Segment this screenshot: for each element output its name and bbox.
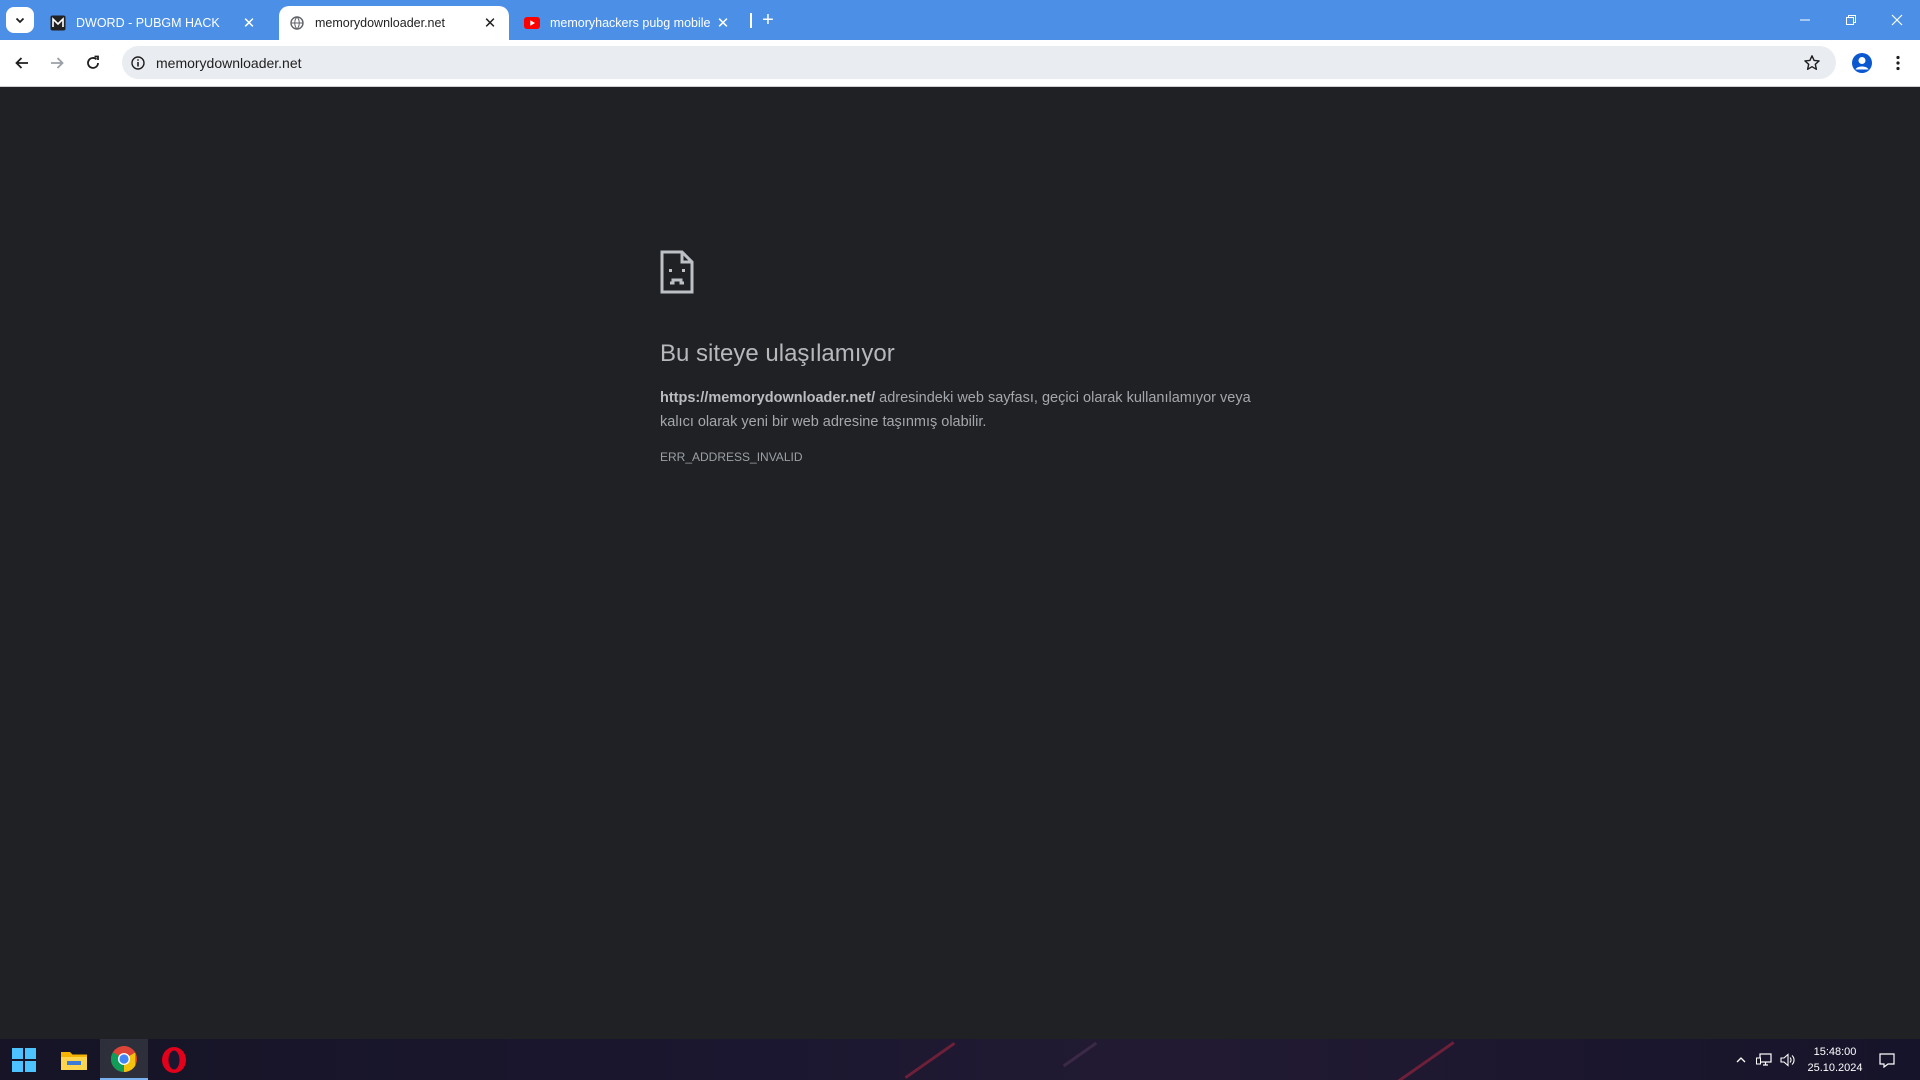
- close-icon[interactable]: ✕: [714, 14, 732, 32]
- new-tab-button[interactable]: +: [754, 8, 782, 32]
- error-code: ERR_ADDRESS_INVALID: [660, 450, 803, 464]
- avatar-icon: [1852, 53, 1872, 73]
- notification-icon: [1879, 1052, 1895, 1068]
- m-logo-icon: [50, 15, 66, 31]
- opera-icon: [162, 1046, 186, 1073]
- profile-button[interactable]: [1848, 49, 1876, 77]
- wallpaper-streak: [904, 1042, 956, 1079]
- wallpaper-streak: [1395, 1041, 1455, 1080]
- tab-title: memorydownloader.net: [315, 16, 445, 30]
- browser-toolbar: memorydownloader.net: [0, 40, 1920, 87]
- volume-button[interactable]: [1777, 1039, 1799, 1080]
- tab-title: DWORD - PUBGM HACK: [76, 16, 220, 30]
- address-bar[interactable]: memorydownloader.net: [122, 46, 1836, 79]
- tab-strip: DWORD - PUBGM HACK ✕ memorydownloader.ne…: [0, 0, 1920, 40]
- taskbar-clock[interactable]: 15:48:00 25.10.2024: [1800, 1044, 1870, 1076]
- chrome-taskbar-button[interactable]: [100, 1039, 148, 1080]
- clock-time: 15:48:00: [1813, 1046, 1857, 1058]
- menu-button[interactable]: [1884, 49, 1912, 77]
- error-url: https://memorydownloader.net/: [660, 390, 876, 406]
- bookmark-star-icon[interactable]: [1802, 53, 1822, 73]
- tab-memorydownloader[interactable]: memorydownloader.net ✕: [279, 6, 509, 40]
- kebab-menu-icon: [1896, 55, 1900, 71]
- forward-button[interactable]: [43, 49, 71, 77]
- close-window-button[interactable]: [1874, 0, 1920, 40]
- network-button[interactable]: [1753, 1039, 1775, 1080]
- notifications-button[interactable]: [1872, 1039, 1902, 1080]
- restore-button[interactable]: [1828, 0, 1874, 40]
- file-explorer-button[interactable]: [50, 1039, 98, 1080]
- tab-title: memoryhackers pubg mobile h: [550, 16, 714, 30]
- speaker-icon: [1780, 1052, 1795, 1067]
- close-icon[interactable]: ✕: [240, 14, 258, 32]
- minimize-icon: [1800, 19, 1810, 21]
- restore-icon: [1846, 15, 1856, 25]
- close-icon[interactable]: ✕: [481, 14, 499, 32]
- arrow-right-icon: [51, 57, 64, 69]
- error-title: Bu siteye ulaşılamıyor: [660, 340, 895, 367]
- tab-search-button[interactable]: [6, 7, 34, 33]
- globe-icon: [289, 15, 305, 31]
- url-text[interactable]: memorydownloader.net: [156, 55, 302, 71]
- windows-logo-icon: [12, 1047, 36, 1072]
- tab-dword[interactable]: DWORD - PUBGM HACK ✕: [40, 6, 268, 40]
- taskbar: 15:48:00 25.10.2024: [0, 1039, 1920, 1080]
- arrow-left-icon: [15, 57, 28, 69]
- chevron-up-icon: [1736, 1056, 1746, 1062]
- tab-separator: [750, 13, 752, 28]
- clock-date: 25.10.2024: [1807, 1062, 1863, 1074]
- chrome-icon: [111, 1045, 137, 1072]
- back-button[interactable]: [8, 49, 36, 77]
- tab-memoryhackers-youtube[interactable]: memoryhackers pubg mobile h ✕: [514, 6, 742, 40]
- reload-icon: [87, 55, 99, 69]
- youtube-icon: [524, 15, 540, 31]
- minimize-button[interactable]: [1782, 0, 1828, 40]
- opera-taskbar-button[interactable]: [150, 1039, 198, 1080]
- close-icon: [1891, 14, 1903, 26]
- error-description: https://memorydownloader.net/ adresindek…: [660, 386, 1260, 434]
- reload-button[interactable]: [79, 49, 107, 77]
- folder-icon: [61, 1051, 87, 1070]
- site-info-icon[interactable]: [130, 55, 146, 71]
- start-button[interactable]: [0, 1039, 48, 1080]
- wallpaper-streak: [1062, 1041, 1098, 1068]
- network-icon: [1756, 1052, 1772, 1066]
- show-hidden-icons-button[interactable]: [1730, 1039, 1752, 1080]
- page-content: Bu siteye ulaşılamıyor https://memorydow…: [0, 87, 1920, 1039]
- chevron-down-icon: [15, 17, 25, 24]
- sad-page-icon: [660, 250, 694, 294]
